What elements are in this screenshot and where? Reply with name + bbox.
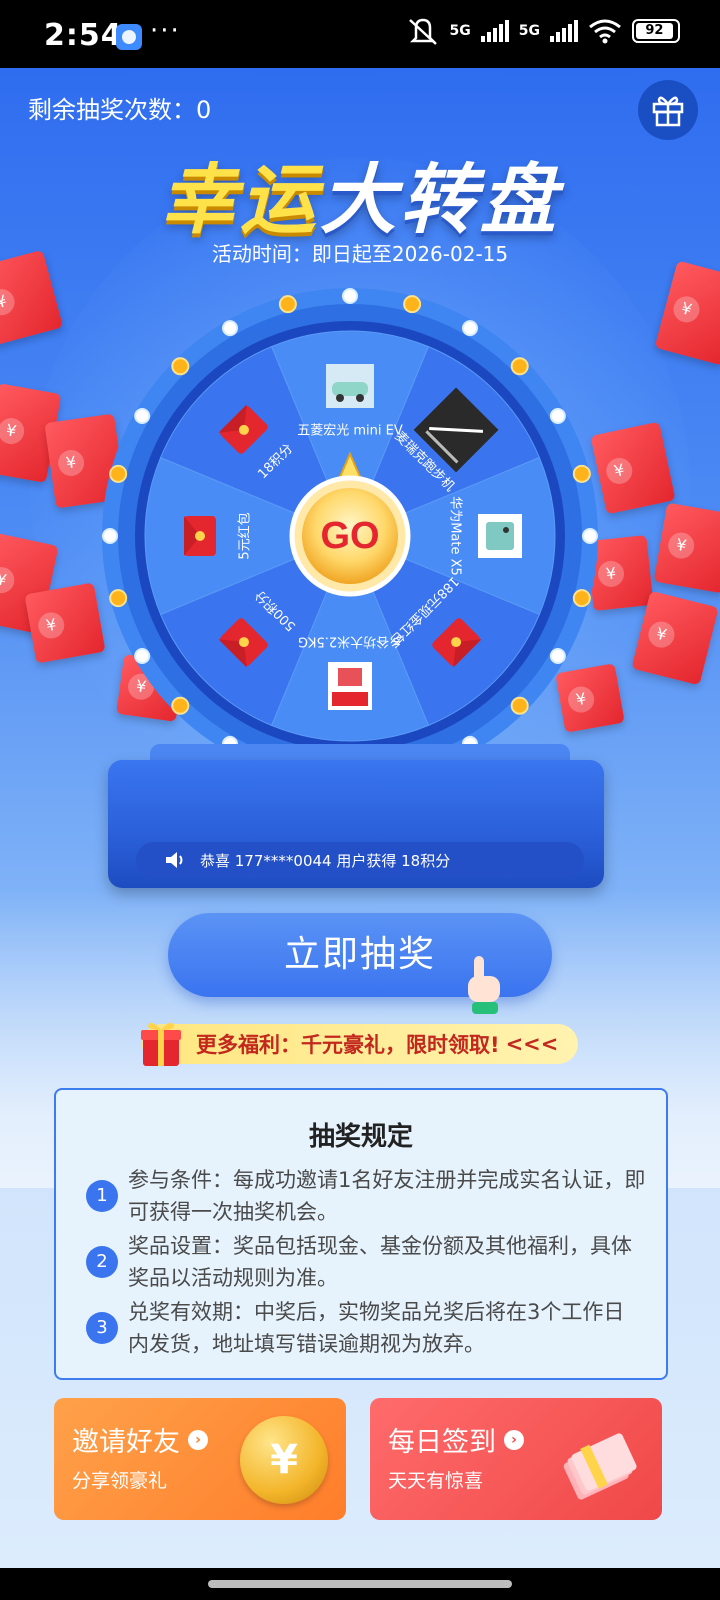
go-label: GO [320,514,380,557]
navigation-bar [0,1568,720,1600]
checkin-title-row: 每日签到 › [388,1420,524,1459]
invite-friends-card[interactable]: 邀请好友 › 分享领豪礼 ¥ [54,1398,346,1520]
remaining-draws-label: 剩余抽奖次数：0 [28,96,212,124]
invite-title: 邀请好友 [72,1427,180,1458]
rim-light [582,528,598,544]
app-notification-icon [116,24,142,50]
rim-light [572,589,591,608]
gift-button[interactable] [638,80,698,140]
ticker-text: 恭喜 177****0044 用户获得 18积分 [200,851,451,870]
rim-light [510,357,529,376]
prize-label: 5元红包 [237,512,253,559]
rule-number: 2 [86,1246,118,1278]
rim-light [278,295,297,314]
rim-light [549,648,566,664]
rim-light [549,408,566,424]
network-label-2: 5G [518,23,540,39]
rule-item: 2 奖品设置：奖品包括现金、基金份额及其他福利，具体奖品以活动规则为准。 [86,1230,646,1294]
status-bar: 2:54 ··· 5G 5G 92 [0,0,720,68]
red-envelope-icon [184,516,216,556]
title-wheel: 大转盘 [320,155,560,244]
invite-subtitle: 分享领豪礼 [72,1470,168,1492]
mute-icon [408,18,437,45]
rules-panel: 抽奖规定 1 参与条件：每成功邀请1名好友注册并完成实名认证，即可获得一次抽奖机… [54,1088,668,1380]
checkin-title: 每日签到 [388,1427,496,1458]
rim-light [342,288,358,304]
pointing-hand-icon [468,956,500,1014]
chevron-right-icon: › [188,1429,208,1450]
rim-light [134,408,151,424]
red-flag-decoration [24,582,106,664]
title-lucky: 幸运 [160,155,320,244]
rim-light [510,696,529,715]
rim-light [462,320,478,337]
rule-number: 3 [86,1312,118,1344]
prize-label: 华为Mate X5 [448,496,463,576]
invite-title-row: 邀请好友 › [72,1420,208,1459]
checkin-subtitle: 天天有惊喜 [388,1470,484,1492]
winner-ticker: 恭喜 177****0044 用户获得 18积分 [136,842,584,878]
wifi-icon [589,19,621,44]
rule-item: 1 参与条件：每成功邀请1名好友注册并完成实名认证，即可获得一次抽奖机会。 [86,1164,646,1228]
rim-light [102,528,118,544]
home-gesture-handle[interactable] [208,1580,512,1588]
rice-bag-icon [328,662,372,710]
more-notifications-icon: ··· [150,16,181,46]
rule-text: 奖品设置：奖品包括现金、基金份额及其他福利，具体奖品以活动规则为准。 [128,1234,632,1290]
rule-text: 兑奖有效期：中奖后，实物奖品兑奖后将在3个工作日 内发货，地址填写错误逾期视为放… [128,1300,625,1356]
rim-light [109,589,128,608]
activity-period: 活动时间：即日起至2026-02-15 [211,242,509,266]
more-benefits-text: 更多福利：千元豪礼，限时领取! [196,1033,500,1057]
prize-label: 五菱宏光 mini EV [297,424,403,439]
go-button[interactable]: GO [302,488,398,584]
status-time: 2:54 [44,18,123,53]
rule-text: 参与条件：每成功邀请1名好友注册并完成实名认证，即可获得一次抽奖机会。 [128,1168,646,1224]
yuan-coin-icon: ¥ [240,1416,328,1504]
rim-light [171,696,190,715]
rim-light [403,295,422,314]
gift-box-icon [141,1022,181,1066]
draw-now-label: 立即抽奖 [283,934,436,975]
battery-icon: 92 [632,19,680,43]
status-icons: 5G 5G 92 [406,16,680,46]
prize-label: 乡谷坊大米2.5KG [298,634,402,649]
more-benefits-banner[interactable]: 更多福利：千元豪礼，限时领取! <<< [142,1024,578,1064]
rim-light [171,357,190,376]
more-benefits-arrows: <<< [505,1032,559,1056]
rim-light [134,648,151,664]
phone-icon [478,514,522,558]
gift-icon [652,96,684,127]
battery-level: 92 [636,23,673,39]
signal-icon-1 [480,20,509,42]
prize-wheel: 五菱宏光 mini EV 麦瑞克跑步机 华为Mate X5 188元现金红包 乡谷坊大米… [100,286,600,786]
car-icon [326,364,374,408]
daily-checkin-card[interactable]: 每日签到 › 天天有惊喜 [370,1398,662,1520]
rim-light [572,464,591,483]
cash-stack-icon [563,1433,637,1500]
signal-icon-2 [550,20,578,42]
red-flag-decoration [654,260,720,366]
network-label-1: 5G [449,23,471,39]
rim-light [222,320,238,337]
chevron-right-icon: › [504,1429,524,1450]
page-title: 幸运大转盘 [0,138,720,248]
lucky-wheel-page: 剩余抽奖次数：0 幸运大转盘 活动时间：即日起至2026-02-15 [0,68,720,1568]
rim-light [109,464,128,483]
speaker-icon [166,852,183,868]
rule-number: 1 [86,1180,118,1212]
rule-item: 3 兑奖有效期：中奖后，实物奖品兑奖后将在3个工作日 内发货，地址填写错误逾期视… [86,1296,646,1360]
rules-title: 抽奖规定 [308,1122,413,1152]
